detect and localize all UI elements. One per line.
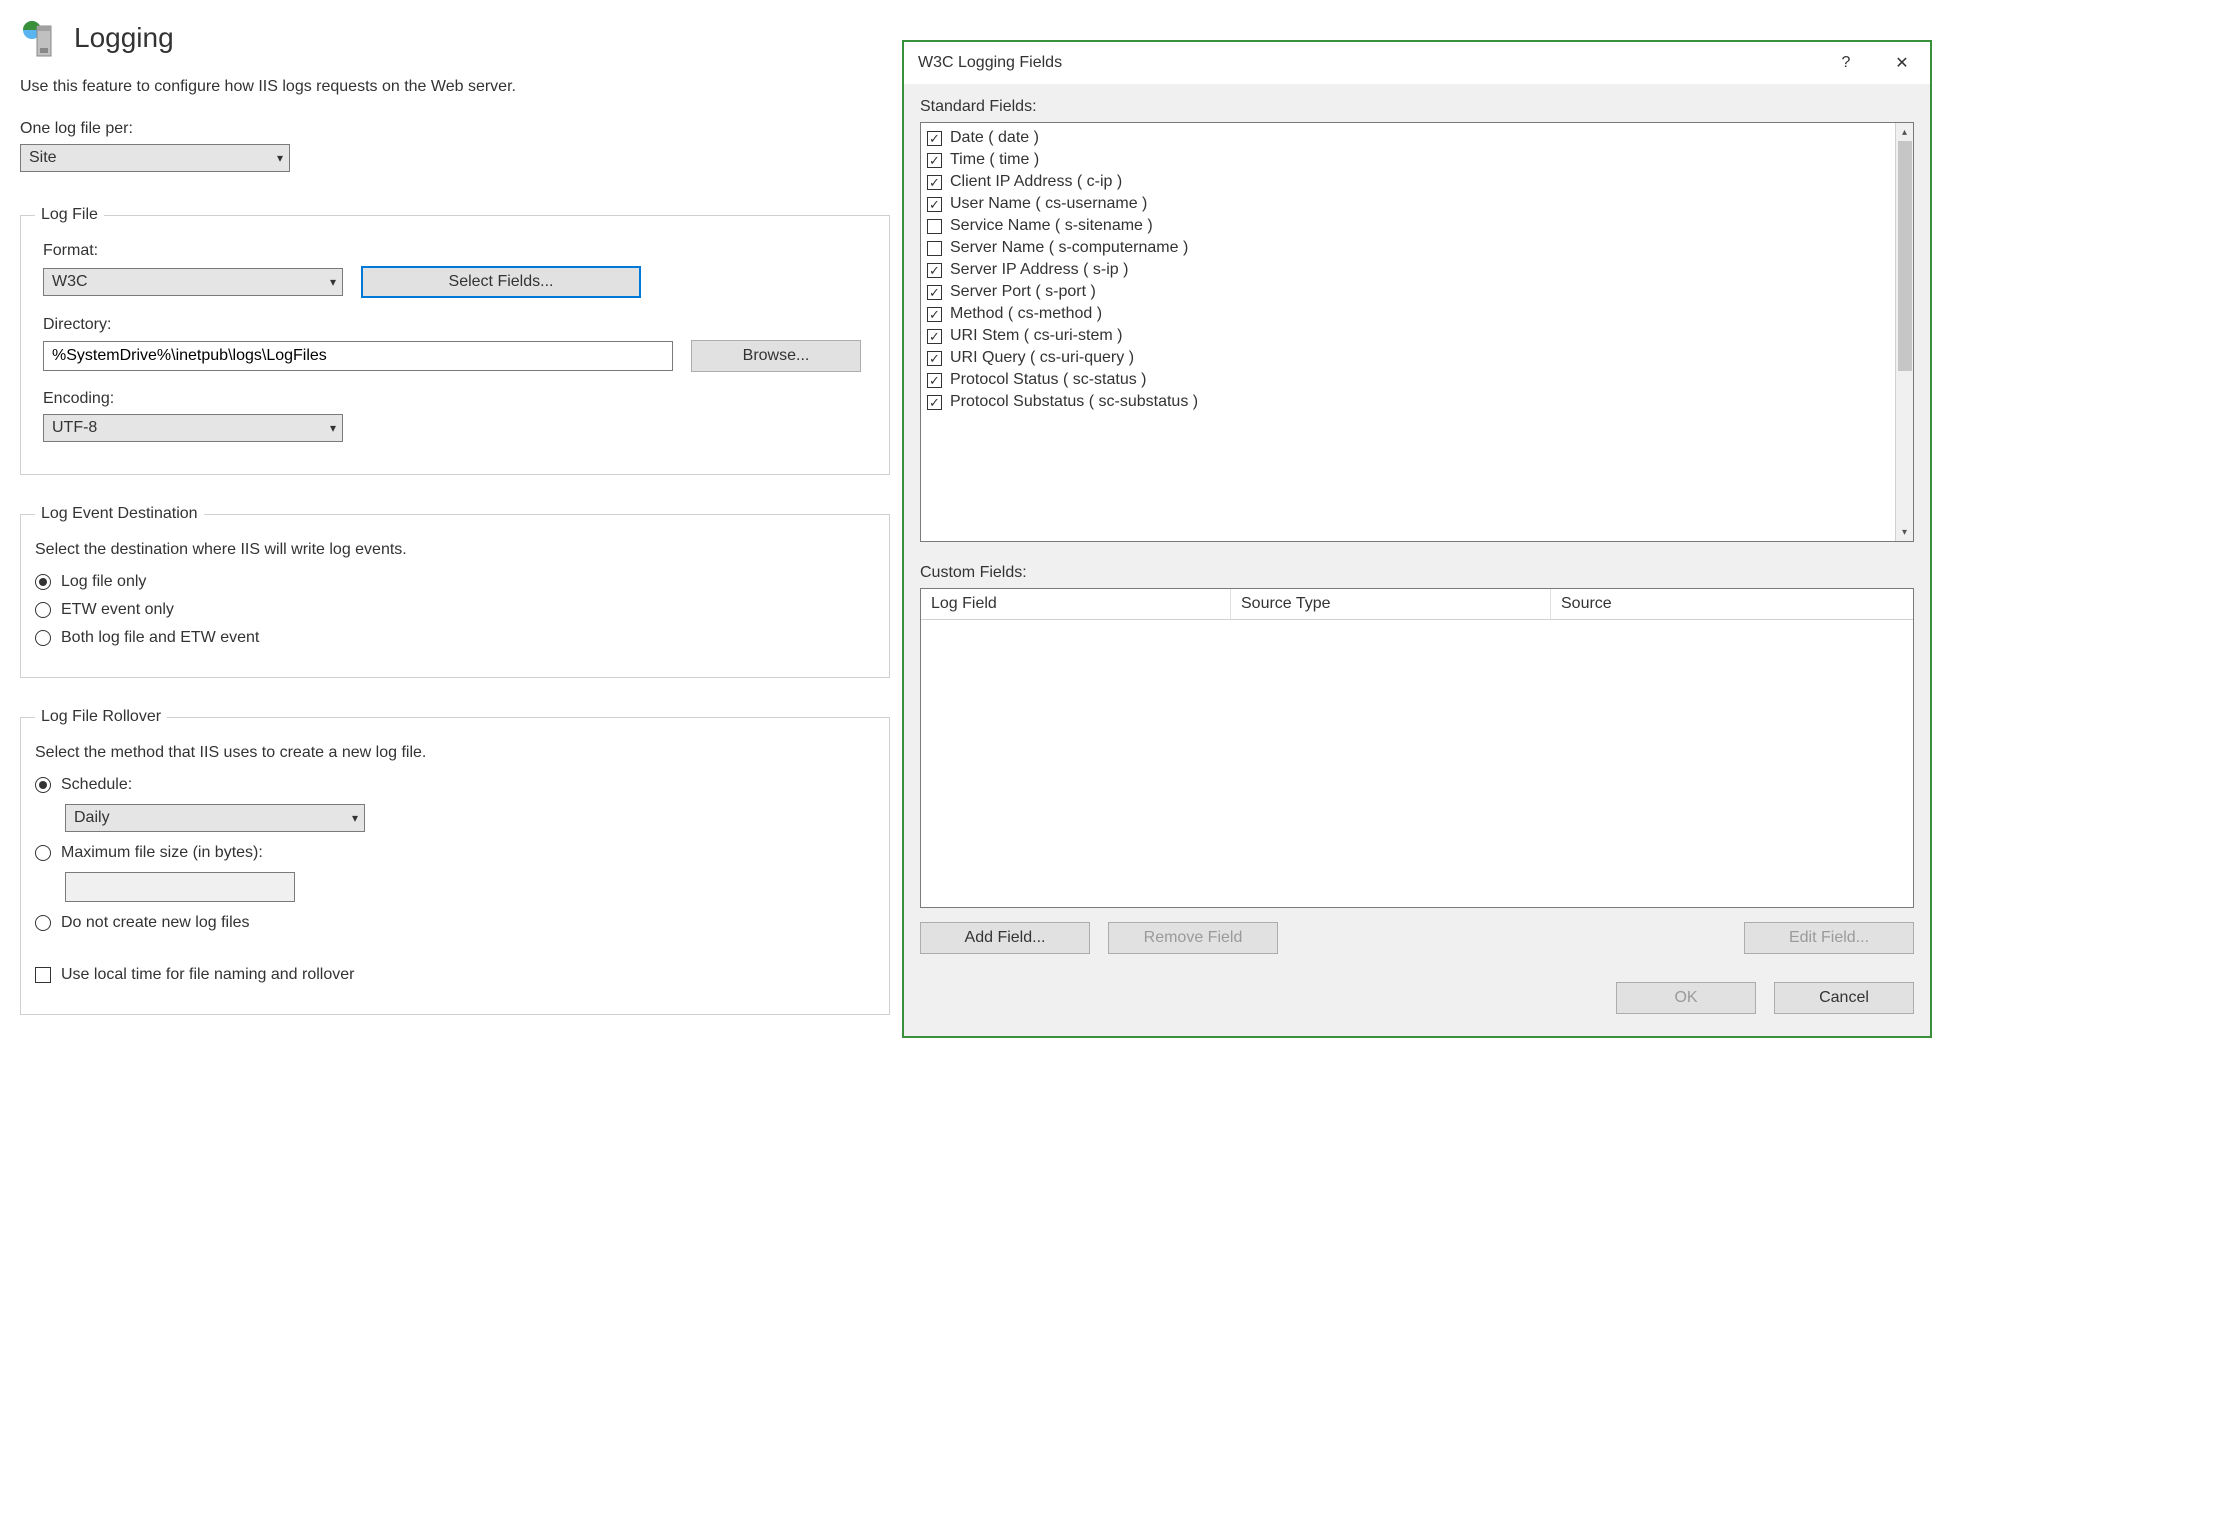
standard-field-label: Server Name ( s-computername ) <box>950 239 1188 257</box>
scroll-up-icon[interactable]: ▴ <box>1896 123 1914 141</box>
column-log-field[interactable]: Log Field <box>921 589 1231 619</box>
format-label: Format: <box>43 242 875 260</box>
max-size-input[interactable] <box>65 872 295 902</box>
checkbox-local-time[interactable]: Use local time for file naming and rollo… <box>35 966 875 984</box>
close-icon: ✕ <box>1895 53 1908 73</box>
page-title: Logging <box>74 22 174 54</box>
checkbox-icon: ✓ <box>927 175 942 190</box>
standard-field-label: URI Query ( cs-uri-query ) <box>950 349 1134 367</box>
radio-max-size[interactable]: Maximum file size (in bytes): <box>35 844 875 862</box>
standard-field-item[interactable]: Service Name ( s-sitename ) <box>927 215 1889 237</box>
close-button[interactable]: ✕ <box>1874 42 1930 84</box>
column-source-type[interactable]: Source Type <box>1231 589 1551 619</box>
help-button[interactable]: ? <box>1818 42 1874 84</box>
standard-field-label: Client IP Address ( c-ip ) <box>950 173 1122 191</box>
destination-group: Log Event Destination <box>35 505 204 523</box>
checkbox-icon: ✓ <box>927 131 942 146</box>
standard-field-item[interactable]: ✓ Date ( date ) <box>927 127 1889 149</box>
checkbox-icon: ✓ <box>927 263 942 278</box>
select-fields-button[interactable]: Select Fields... <box>361 266 641 298</box>
encoding-value: UTF-8 <box>52 419 97 437</box>
directory-input[interactable] <box>43 341 673 371</box>
standard-field-label: URI Stem ( cs-uri-stem ) <box>950 327 1122 345</box>
log-file-per-label: One log file per: <box>20 120 980 138</box>
standard-field-item[interactable]: ✓ User Name ( cs-username ) <box>927 193 1889 215</box>
standard-field-item[interactable]: ✓ Protocol Substatus ( sc-substatus ) <box>927 391 1889 413</box>
checkbox-icon: ✓ <box>927 197 942 212</box>
encoding-select[interactable]: UTF-8 ▾ <box>43 414 343 442</box>
standard-field-label: User Name ( cs-username ) <box>950 195 1147 213</box>
checkbox-icon <box>927 241 942 256</box>
standard-field-item[interactable]: ✓ URI Stem ( cs-uri-stem ) <box>927 325 1889 347</box>
checkbox-icon: ✓ <box>927 285 942 300</box>
standard-field-label: Time ( time ) <box>950 151 1039 169</box>
format-value: W3C <box>52 273 88 291</box>
w3c-fields-dialog: W3C Logging Fields ? ✕ Standard Fields: … <box>902 40 1932 1038</box>
server-icon <box>20 18 60 58</box>
log-file-per-select[interactable]: Site ▾ <box>20 144 290 172</box>
radio-log-file-only[interactable]: Log file only <box>35 573 875 591</box>
standard-fields-label: Standard Fields: <box>920 98 1914 116</box>
destination-hint: Select the destination where IIS will wr… <box>35 541 875 559</box>
radio-schedule[interactable]: Schedule: <box>35 776 875 794</box>
standard-field-item[interactable]: Server Name ( s-computername ) <box>927 237 1889 259</box>
checkbox-icon: ✓ <box>927 395 942 410</box>
standard-field-item[interactable]: ✓ Server IP Address ( s-ip ) <box>927 259 1889 281</box>
chevron-down-icon: ▾ <box>330 421 336 435</box>
chevron-down-icon: ▾ <box>330 275 336 289</box>
ok-button[interactable]: OK <box>1616 982 1756 1014</box>
log-file-group: Log File <box>35 206 104 224</box>
checkbox-icon <box>927 219 942 234</box>
standard-field-item[interactable]: ✓ Time ( time ) <box>927 149 1889 171</box>
standard-field-label: Server IP Address ( s-ip ) <box>950 261 1128 279</box>
standard-field-item[interactable]: ✓ URI Query ( cs-uri-query ) <box>927 347 1889 369</box>
format-select[interactable]: W3C ▾ <box>43 268 343 296</box>
standard-field-label: Service Name ( s-sitename ) <box>950 217 1153 235</box>
column-source[interactable]: Source <box>1551 589 1913 619</box>
rollover-hint: Select the method that IIS uses to creat… <box>35 744 875 762</box>
add-field-button[interactable]: Add Field... <box>920 922 1090 954</box>
standard-field-label: Date ( date ) <box>950 129 1039 147</box>
standard-field-item[interactable]: ✓ Method ( cs-method ) <box>927 303 1889 325</box>
standard-fields-list[interactable]: ✓ Date ( date ) ✓ Time ( time ) ✓ Client IP A… <box>920 122 1914 542</box>
radio-no-create[interactable]: Do not create new log files <box>35 914 875 932</box>
schedule-select[interactable]: Daily ▾ <box>65 804 365 832</box>
scroll-down-icon[interactable]: ▾ <box>1896 523 1914 541</box>
radio-both[interactable]: Both log file and ETW event <box>35 629 875 647</box>
checkbox-icon: ✓ <box>927 153 942 168</box>
page-description: Use this feature to configure how IIS lo… <box>20 78 980 96</box>
checkbox-icon: ✓ <box>927 329 942 344</box>
standard-field-item[interactable]: ✓ Client IP Address ( c-ip ) <box>927 171 1889 193</box>
chevron-down-icon: ▾ <box>277 151 283 165</box>
checkbox-icon: ✓ <box>927 373 942 388</box>
remove-field-button[interactable]: Remove Field <box>1108 922 1278 954</box>
dialog-title: W3C Logging Fields <box>918 54 1062 72</box>
edit-field-button[interactable]: Edit Field... <box>1744 922 1914 954</box>
schedule-value: Daily <box>74 809 110 827</box>
standard-field-label: Method ( cs-method ) <box>950 305 1102 323</box>
browse-button[interactable]: Browse... <box>691 340 861 372</box>
checkbox-icon: ✓ <box>927 307 942 322</box>
custom-fields-table[interactable]: Log Field Source Type Source <box>920 588 1914 908</box>
standard-field-item[interactable]: ✓ Protocol Status ( sc-status ) <box>927 369 1889 391</box>
custom-fields-label: Custom Fields: <box>920 564 1914 582</box>
standard-field-label: Server Port ( s-port ) <box>950 283 1096 301</box>
directory-label: Directory: <box>43 316 875 334</box>
standard-field-label: Protocol Status ( sc-status ) <box>950 371 1147 389</box>
encoding-label: Encoding: <box>43 390 875 408</box>
chevron-down-icon: ▾ <box>352 811 358 825</box>
radio-etw-only[interactable]: ETW event only <box>35 601 875 619</box>
cancel-button[interactable]: Cancel <box>1774 982 1914 1014</box>
checkbox-icon: ✓ <box>927 351 942 366</box>
standard-field-item[interactable]: ✓ Server Port ( s-port ) <box>927 281 1889 303</box>
scrollbar[interactable]: ▴ ▾ <box>1895 123 1913 541</box>
standard-field-label: Protocol Substatus ( sc-substatus ) <box>950 393 1198 411</box>
rollover-group: Log File Rollover <box>35 708 167 726</box>
log-file-per-value: Site <box>29 149 57 167</box>
